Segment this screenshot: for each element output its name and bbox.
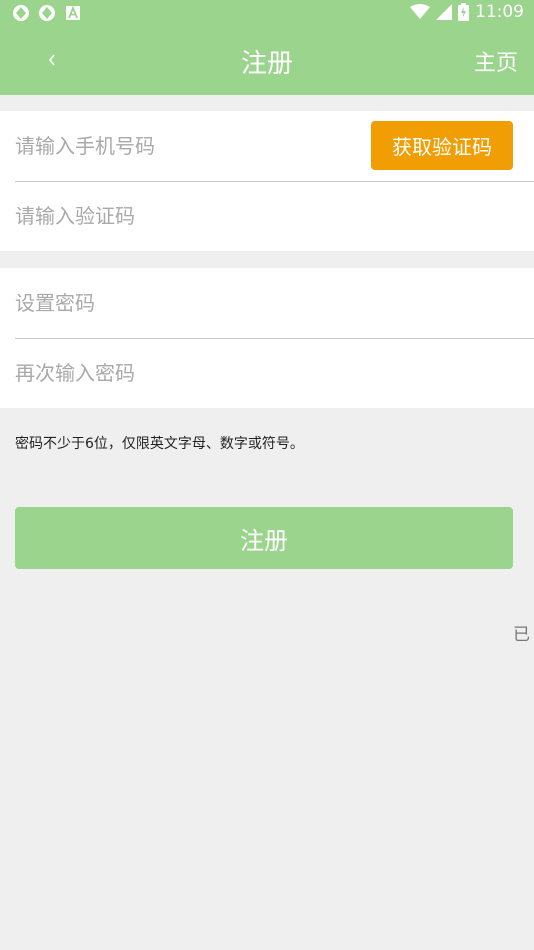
signal-icon bbox=[436, 4, 452, 20]
phone-input[interactable] bbox=[15, 128, 345, 164]
confirm-row bbox=[0, 338, 534, 408]
register-button[interactable]: 注册 bbox=[15, 507, 513, 569]
phone-verification-card: 获取验证码 bbox=[0, 111, 534, 251]
title-bar: 注册 主页 bbox=[0, 28, 534, 95]
app-notification-icon bbox=[39, 5, 55, 21]
code-input[interactable] bbox=[15, 198, 345, 234]
app-notification-icon bbox=[13, 5, 29, 21]
code-row bbox=[0, 181, 534, 251]
status-bar: 11:09 bbox=[0, 0, 534, 28]
confirm-password-input[interactable] bbox=[15, 355, 345, 391]
notification-icons bbox=[12, 4, 82, 22]
home-link[interactable]: 主页 bbox=[474, 45, 518, 77]
password-card bbox=[0, 268, 534, 408]
font-notification-icon bbox=[66, 5, 80, 20]
get-code-button[interactable]: 获取验证码 bbox=[371, 121, 513, 170]
wifi-icon bbox=[410, 4, 430, 19]
phone-row: 获取验证码 bbox=[0, 111, 534, 181]
password-hint: 密码不少于6位，仅限英文字母、数字或符号。 bbox=[15, 436, 304, 452]
page-title: 注册 bbox=[240, 49, 293, 79]
system-status: 11:09 bbox=[410, 2, 524, 22]
battery-icon bbox=[458, 3, 469, 21]
password-row bbox=[0, 268, 534, 338]
password-input[interactable] bbox=[15, 285, 345, 321]
status-time: 11:09 bbox=[475, 2, 524, 22]
login-link[interactable]: 已 bbox=[513, 620, 534, 645]
